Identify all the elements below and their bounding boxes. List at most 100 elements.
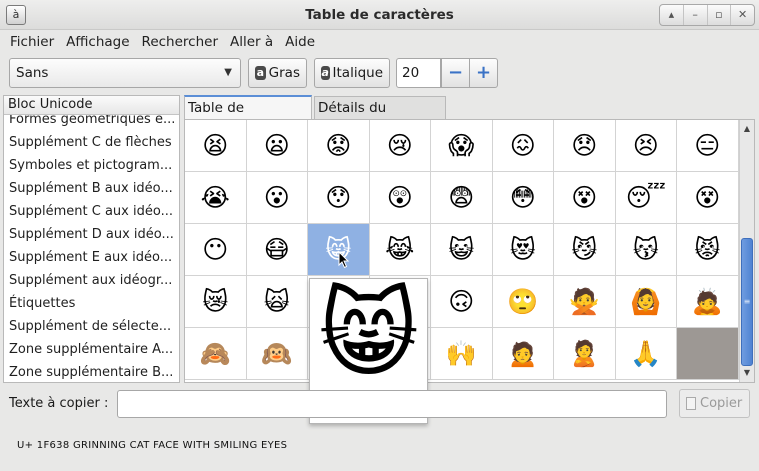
char-cell[interactable]: 😢 xyxy=(369,120,431,172)
block-item[interactable]: Supplément B aux idéo... xyxy=(4,177,179,200)
scroll-down-icon[interactable]: ▼ xyxy=(740,366,754,380)
char-cell[interactable]: 🙌 xyxy=(431,328,493,380)
block-list-items: Formes géométriques é... Supplément C de… xyxy=(4,108,179,382)
char-cell[interactable]: 😱 xyxy=(431,120,493,172)
char-cell[interactable]: 🙏 xyxy=(615,328,677,380)
copy-icon xyxy=(686,397,696,410)
bold-label: Gras xyxy=(268,65,300,81)
char-cell-empty xyxy=(677,328,739,380)
char-cell[interactable]: 😨 xyxy=(431,172,493,224)
char-cell[interactable]: 😻 xyxy=(492,224,554,276)
char-cell[interactable]: 🙎 xyxy=(554,328,616,380)
character-grid: 😫 😦 😟 😢 😱 😖 😞 😣 😑 😭 😮 😯 😲 😨 😳 😵 😴 😵 😶 😷 xyxy=(185,120,740,380)
grid-row: 😶 😷 😸 😹 😺 😻 😼 😽 😾 xyxy=(185,224,740,276)
char-cell[interactable]: 😟 xyxy=(308,120,370,172)
char-cell[interactable]: 🙈 xyxy=(185,328,247,380)
shade-window-button[interactable]: ▴ xyxy=(660,5,684,25)
close-button[interactable]: ✕ xyxy=(731,5,754,25)
grid-row: 😿 🙀 🙃 🙄 🙅 🙆 🙇 xyxy=(185,276,740,328)
menu-search[interactable]: Rechercher xyxy=(136,30,224,54)
copy-button[interactable]: Copier xyxy=(679,389,750,418)
bold-icon: a xyxy=(255,66,266,80)
char-cell[interactable]: 😾 xyxy=(677,224,739,276)
char-cell[interactable]: 🙄 xyxy=(492,276,554,328)
tab-bar: Détails du caractère Table de caractères xyxy=(184,95,754,138)
char-cell[interactable]: 😦 xyxy=(246,120,308,172)
title-bar: à Table de caractères ▴ – ▫ ✕ xyxy=(0,0,759,30)
zoomed-character: 😸 xyxy=(318,278,419,390)
character-grid-panel: 😫 😦 😟 😢 😱 😖 😞 😣 😑 😭 😮 😯 😲 😨 😳 😵 😴 😵 😶 😷 xyxy=(184,119,755,383)
char-cell[interactable]: 🙉 xyxy=(246,328,308,380)
char-cell[interactable]: 😑 xyxy=(677,120,739,172)
copy-text-label: Texte à copier : xyxy=(9,396,109,411)
copy-text-input[interactable] xyxy=(117,390,667,418)
char-cell[interactable]: 😫 xyxy=(185,120,247,172)
menu-file[interactable]: Fichier xyxy=(4,30,60,54)
grid-row: 😫 😦 😟 😢 😱 😖 😞 😣 😑 xyxy=(185,120,740,172)
font-selector-value: Sans xyxy=(16,65,49,81)
decrease-size-button[interactable]: − xyxy=(441,58,470,88)
italic-icon: a xyxy=(321,66,330,80)
menu-goto[interactable]: Aller à xyxy=(224,30,279,54)
grid-scrollbar[interactable]: ▲ ≡ ▼ xyxy=(739,120,754,382)
tab-character-details[interactable]: Détails du caractère xyxy=(314,96,446,138)
block-item[interactable]: Zone supplémentaire B... xyxy=(4,361,179,382)
char-cell[interactable]: 😺 xyxy=(431,224,493,276)
window-controls: ▴ – ▫ ✕ xyxy=(659,4,755,26)
block-item[interactable]: Supplément C aux idéo... xyxy=(4,200,179,223)
char-cell[interactable]: 😳 xyxy=(492,172,554,224)
char-cell[interactable]: 🙃 xyxy=(431,276,493,328)
grid-row: 🙈 🙉 🙌 🙍 🙎 🙏 xyxy=(185,328,740,380)
status-bar: U+ 1F638 GRINNING CAT FACE WITH SMILING … xyxy=(17,440,288,451)
char-cell[interactable]: 😿 xyxy=(185,276,247,328)
increase-size-button[interactable]: + xyxy=(469,58,498,88)
tab-character-table[interactable]: Table de caractères xyxy=(184,95,312,138)
italic-button[interactable]: a Italique xyxy=(314,58,390,88)
unicode-block-list: Formes géométriques é... Supplément C de… xyxy=(3,95,180,383)
chevron-down-icon: ▼ xyxy=(224,67,232,78)
char-cell[interactable]: 😵 xyxy=(554,172,616,224)
bold-button[interactable]: a Gras xyxy=(248,58,307,88)
block-item[interactable]: Supplément de sélecte... xyxy=(4,315,179,338)
char-cell[interactable]: 😞 xyxy=(554,120,616,172)
char-cell[interactable]: 😽 xyxy=(615,224,677,276)
block-item[interactable]: Supplément aux idéogr... xyxy=(4,269,179,292)
char-cell[interactable]: 😲 xyxy=(369,172,431,224)
char-cell[interactable]: 😯 xyxy=(308,172,370,224)
minimize-button[interactable]: – xyxy=(684,5,708,25)
char-cell[interactable]: 😼 xyxy=(554,224,616,276)
char-cell[interactable]: 🙆 xyxy=(615,276,677,328)
font-size-input[interactable]: 20 xyxy=(396,58,441,88)
char-cell[interactable]: 🙅 xyxy=(554,276,616,328)
block-item[interactable]: Symboles et pictogram... xyxy=(4,154,179,177)
block-list-header[interactable]: Bloc Unicode xyxy=(4,96,179,115)
char-cell[interactable]: 😵 xyxy=(677,172,739,224)
block-item[interactable]: Zone supplémentaire A... xyxy=(4,338,179,361)
char-cell[interactable]: 🙍 xyxy=(492,328,554,380)
maximize-button[interactable]: ▫ xyxy=(708,5,732,25)
block-item[interactable]: Étiquettes xyxy=(4,292,179,315)
block-item[interactable]: Supplément C de flèches xyxy=(4,131,179,154)
char-cell[interactable]: 😷 xyxy=(246,224,308,276)
mouse-pointer-icon xyxy=(338,251,350,269)
block-item[interactable]: Supplément D aux idéo... xyxy=(4,223,179,246)
toolbar: Sans ▼ a Gras a Italique 20 − + xyxy=(0,56,759,92)
block-item[interactable]: Supplément E aux idéo... xyxy=(4,246,179,269)
char-cell[interactable]: 😶 xyxy=(185,224,247,276)
char-cell[interactable]: 😮 xyxy=(246,172,308,224)
char-cell[interactable]: 😭 xyxy=(185,172,247,224)
menu-view[interactable]: Affichage xyxy=(60,30,135,54)
char-cell[interactable]: 😹 xyxy=(369,224,431,276)
scrollbar-thumb[interactable]: ≡ xyxy=(741,238,753,366)
copy-button-label: Copier xyxy=(700,396,743,411)
window-title: Table de caractères xyxy=(305,7,454,23)
char-cell[interactable]: 😴 xyxy=(615,172,677,224)
scroll-up-icon[interactable]: ▲ xyxy=(740,122,754,136)
char-cell[interactable]: 😣 xyxy=(615,120,677,172)
menu-help[interactable]: Aide xyxy=(279,30,321,54)
menu-bar: Fichier Affichage Rechercher Aller à Aid… xyxy=(0,30,759,54)
font-selector[interactable]: Sans ▼ xyxy=(9,58,241,88)
char-cell[interactable]: 🙇 xyxy=(677,276,739,328)
char-cell[interactable]: 🙀 xyxy=(246,276,308,328)
char-cell[interactable]: 😖 xyxy=(492,120,554,172)
